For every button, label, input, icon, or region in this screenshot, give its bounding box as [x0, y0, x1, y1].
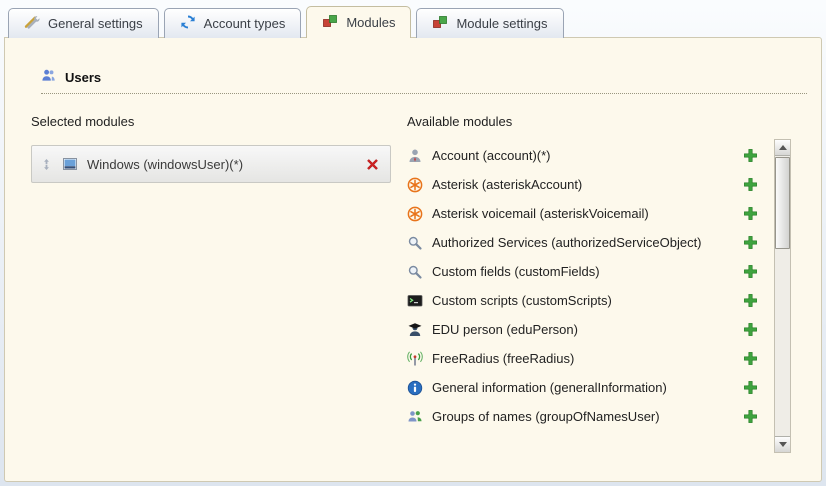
selected-module-row[interactable]: Windows (windowsUser)(*) — [31, 145, 391, 183]
module-label: Asterisk voicemail (asteriskVoicemail) — [432, 206, 649, 221]
module-settings-icon — [432, 14, 448, 33]
available-module-row: Groups of names (groupOfNamesUser) — [407, 402, 768, 431]
tab-general-settings[interactable]: General settings — [8, 8, 159, 38]
available-module-row: Account (account)(*) — [407, 141, 768, 170]
add-icon[interactable] — [743, 380, 758, 395]
tab-label: Account types — [204, 16, 286, 31]
magnifier-icon — [407, 264, 423, 280]
tab-label: Module settings — [456, 16, 547, 31]
edu-person-icon — [407, 322, 423, 338]
module-label: Windows (windowsUser)(*) — [87, 157, 356, 172]
modules-icon — [322, 13, 338, 32]
tab-bar: General settings Account types Modules M… — [8, 6, 818, 38]
module-label: Asterisk (asteriskAccount) — [432, 177, 582, 192]
delete-icon[interactable] — [365, 157, 380, 172]
section-users-header: Users — [41, 68, 807, 94]
drag-handle-icon[interactable] — [40, 158, 53, 171]
available-module-row: Asterisk voicemail (asteriskVoicemail) — [407, 199, 768, 228]
selected-modules-list: Windows (windowsUser)(*) — [31, 145, 391, 183]
available-modules-list: Account (account)(*) Asterisk (asteriskA… — [407, 141, 768, 431]
scrollbar-thumb[interactable] — [775, 157, 790, 249]
module-label: General information (generalInformation) — [432, 380, 667, 395]
available-module-row: EDU person (eduPerson) — [407, 315, 768, 344]
arrow-down-icon — [779, 442, 787, 447]
available-module-row: FreeRadius (freeRadius) — [407, 344, 768, 373]
available-module-row: Custom fields (customFields) — [407, 257, 768, 286]
scroll-up-button[interactable] — [775, 140, 790, 156]
person-icon — [407, 148, 423, 164]
add-icon[interactable] — [743, 409, 758, 424]
scroll-down-button[interactable] — [775, 436, 790, 452]
page: General settings Account types Modules M… — [0, 0, 826, 486]
sync-icon — [180, 14, 196, 33]
group-icon — [407, 409, 423, 425]
available-module-row: Authorized Services (authorizedServiceOb… — [407, 228, 768, 257]
add-icon[interactable] — [743, 235, 758, 250]
module-label: Authorized Services (authorizedServiceOb… — [432, 235, 702, 250]
add-icon[interactable] — [743, 148, 758, 163]
magnifier-icon — [407, 235, 423, 251]
module-label: EDU person (eduPerson) — [432, 322, 578, 337]
selected-modules-heading: Selected modules — [31, 114, 391, 129]
terminal-icon — [407, 293, 423, 309]
add-icon[interactable] — [743, 264, 758, 279]
selected-modules-column: Selected modules Windows (windowsUser)(*… — [31, 114, 391, 453]
available-module-row: Custom scripts (customScripts) — [407, 286, 768, 315]
asterisk-icon — [407, 177, 423, 193]
module-label: FreeRadius (freeRadius) — [432, 351, 574, 366]
tab-label: General settings — [48, 16, 143, 31]
add-icon[interactable] — [743, 293, 758, 308]
module-label: Custom scripts (customScripts) — [432, 293, 612, 308]
modules-columns: Selected modules Windows (windowsUser)(*… — [31, 114, 821, 453]
tab-label: Modules — [346, 15, 395, 30]
section-title: Users — [65, 70, 101, 85]
add-icon[interactable] — [743, 322, 758, 337]
available-modules-heading: Available modules — [407, 114, 791, 129]
windows-module-icon — [62, 156, 78, 172]
tab-module-settings[interactable]: Module settings — [416, 8, 563, 38]
module-label: Account (account)(*) — [432, 148, 551, 163]
module-label: Custom fields (customFields) — [432, 264, 600, 279]
add-icon[interactable] — [743, 351, 758, 366]
available-modules-column: Available modules Account (account)(*) — [407, 114, 821, 453]
tools-icon — [24, 14, 40, 33]
add-icon[interactable] — [743, 177, 758, 192]
module-label: Groups of names (groupOfNamesUser) — [432, 409, 660, 424]
tab-account-types[interactable]: Account types — [164, 8, 302, 38]
tab-modules[interactable]: Modules — [306, 6, 411, 38]
asterisk-icon — [407, 206, 423, 222]
add-icon[interactable] — [743, 206, 758, 221]
arrow-up-icon — [779, 145, 787, 150]
available-module-row: General information (generalInformation) — [407, 373, 768, 402]
radio-icon — [407, 351, 423, 367]
available-modules-area: Account (account)(*) Asterisk (asteriskA… — [407, 139, 791, 453]
users-icon — [41, 68, 56, 86]
content-panel: Users Selected modules Windows (windowsU… — [4, 37, 822, 482]
info-icon — [407, 380, 423, 396]
scrollbar[interactable] — [774, 139, 791, 453]
available-module-row: Asterisk (asteriskAccount) — [407, 170, 768, 199]
